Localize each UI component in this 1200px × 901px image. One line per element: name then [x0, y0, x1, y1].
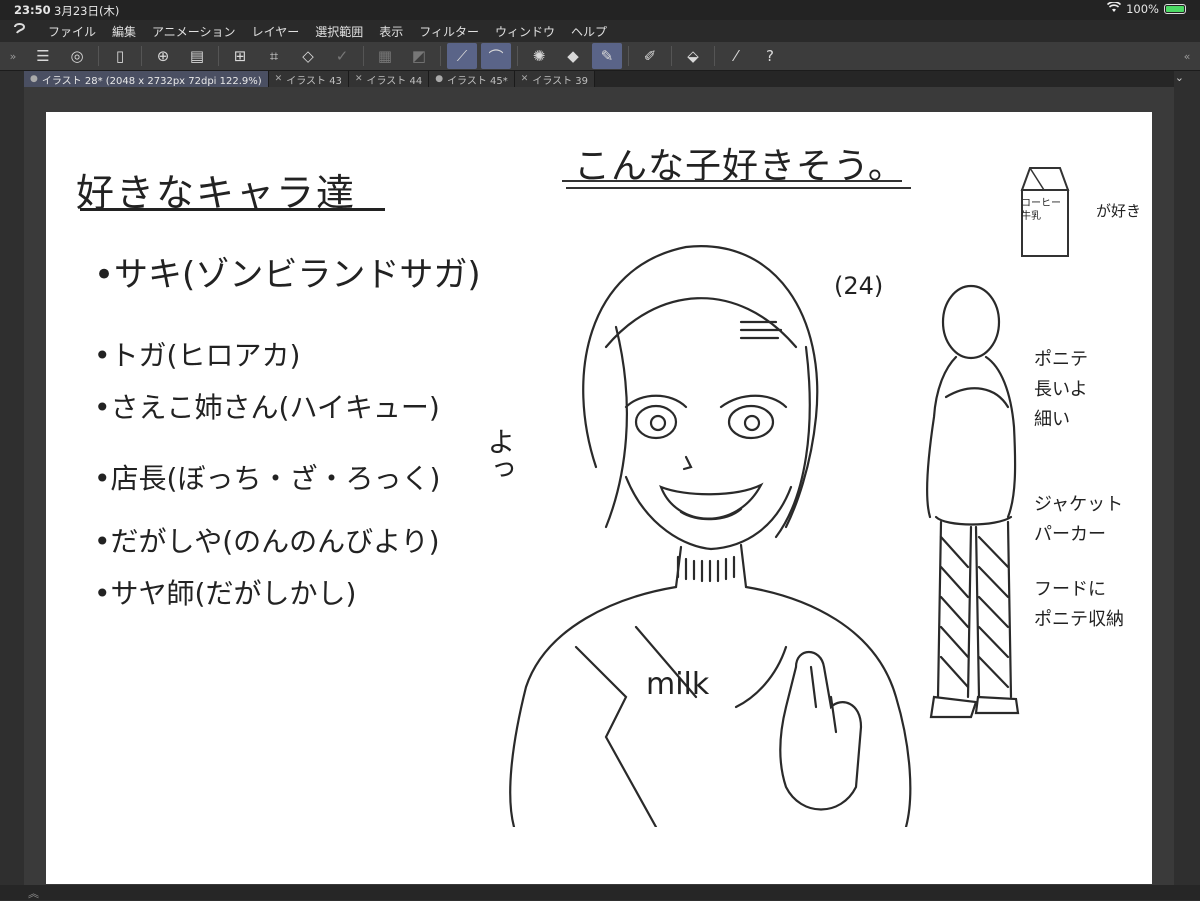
loading-icon[interactable]: ✺	[524, 43, 554, 69]
toolbar-divider	[141, 46, 142, 66]
chevron-down-icon[interactable]: ⌄	[1175, 71, 1184, 84]
open-folder-icon[interactable]: ▤	[182, 43, 212, 69]
pencil-icon[interactable]: ✐	[635, 43, 665, 69]
canvas-area[interactable]: 好きなキャラ達 •サキ(ゾンビランドサガ) •トガ(ヒロアカ) •さえこ姉さん(…	[24, 87, 1174, 885]
canvas-paper[interactable]: 好きなキャラ達 •サキ(ゾンビランドサガ) •トガ(ヒロアカ) •さえこ姉さん(…	[46, 112, 1152, 884]
likes-label: が好き	[1096, 202, 1142, 220]
menu-filter[interactable]: フィルター	[411, 23, 487, 40]
toolbar-divider	[714, 46, 715, 66]
note-long: 長いよ	[1034, 379, 1088, 400]
wifi-icon	[1107, 1, 1122, 16]
list-item: •サヤ師(だがしかし)	[94, 577, 357, 610]
list-item: •だがしや(のんのんびより)	[94, 525, 440, 558]
note-hood: フードに	[1034, 579, 1106, 600]
toolbar-divider	[218, 46, 219, 66]
expand-right-icon[interactable]: «	[1174, 50, 1200, 63]
tab-label: イラスト 44	[366, 75, 423, 87]
transform-icon[interactable]: ⊞	[225, 43, 255, 69]
note-thin: 細い	[1034, 409, 1070, 430]
modified-dot-icon: ●	[435, 74, 444, 84]
crop-icon[interactable]: ⌗	[259, 43, 289, 69]
toolbar-divider	[440, 46, 441, 66]
tab-label: イラスト 28* (2048 x 2732px 72dpi 122.9%)	[41, 75, 262, 87]
milk-carton-label: コーヒー牛乳	[1021, 198, 1061, 222]
tab-label: イラスト 43	[286, 75, 342, 87]
note-parka: パーカー	[1034, 524, 1106, 545]
girl-sketch-illustration	[509, 245, 912, 827]
expand-up-icon[interactable]: ︽	[28, 885, 39, 901]
status-bar: 23:50 3月23日(木) 100%	[0, 0, 1200, 20]
bottom-bar	[0, 885, 1200, 900]
toolbar-divider	[517, 46, 518, 66]
menu-view[interactable]: 表示	[371, 23, 411, 40]
command-bar: » ☰ ◎ ▯ ⊕ ▤ ⊞ ⌗ ◇ ✓ ▦ ◩ ⟋ ⌒ ✺ ◆ ✎ ✐ ⬙ ⁄ …	[0, 42, 1200, 71]
tab-illust-43[interactable]: ✕ イラスト 43	[268, 71, 349, 87]
note-ponytail-stored: ポニテ収納	[1034, 609, 1124, 630]
menu-layer[interactable]: レイヤー	[244, 23, 308, 40]
invert-selection-icon[interactable]: ◩	[404, 43, 434, 69]
list-item: •サキ(ゾンビランドサガ)	[94, 255, 481, 295]
eyedropper-icon[interactable]: ⁄	[721, 43, 751, 69]
select-all-icon[interactable]: ▦	[370, 43, 400, 69]
list-item: •さえこ姉さん(ハイキュー)	[94, 391, 440, 424]
menu-bar: ファイル 編集 アニメーション レイヤー 選択範囲 表示 フィルター ウィンドウ…	[0, 20, 1200, 42]
pen-icon[interactable]: ✎	[592, 43, 622, 69]
tab-label: イラスト 45*	[447, 75, 508, 87]
tab-illust-28[interactable]: ● イラスト 28* (2048 x 2732px 72dpi 122.9%)	[24, 71, 269, 87]
battery-percent: 100%	[1126, 2, 1159, 16]
menu-selection[interactable]: 選択範囲	[307, 23, 371, 40]
title-underline	[562, 180, 902, 182]
tab-illust-44[interactable]: ✕ イラスト 44	[348, 71, 430, 87]
device-icon[interactable]: ▯	[105, 43, 135, 69]
new-canvas-icon[interactable]: ⊕	[148, 43, 178, 69]
modified-dot-icon: ●	[30, 74, 38, 84]
toolbar-divider	[671, 46, 672, 66]
list-title-underline	[80, 208, 385, 211]
menu-edit[interactable]: 編集	[104, 23, 144, 40]
perspective-icon[interactable]: ◇	[293, 43, 323, 69]
shirt-text: milk	[646, 667, 710, 702]
tab-label: イラスト 39	[532, 75, 589, 87]
canvas-tab-bar: ● イラスト 28* (2048 x 2732px 72dpi 122.9%) …	[24, 71, 1184, 87]
close-icon[interactable]: ✕	[521, 74, 529, 84]
toolbar-divider	[98, 46, 99, 66]
tab-illust-45[interactable]: ● イラスト 45*	[429, 71, 515, 87]
status-date: 3月23日(木)	[54, 4, 120, 18]
battery-icon	[1164, 4, 1186, 14]
help-icon[interactable]: ?	[755, 43, 785, 69]
battery-fill	[1166, 6, 1184, 12]
fill-icon[interactable]: ⬙	[678, 43, 708, 69]
toolbar-divider	[628, 46, 629, 66]
tab-illust-39[interactable]: ✕ イラスト 39	[514, 71, 596, 87]
expand-left-icon[interactable]: »	[0, 50, 26, 63]
brush-icon[interactable]: ⌒	[481, 43, 511, 69]
clip-studio-icon[interactable]: ◎	[62, 43, 92, 69]
eraser-icon[interactable]: ◆	[558, 43, 588, 69]
note-jacket: ジャケット	[1034, 494, 1124, 515]
menu-window[interactable]: ウィンドウ	[487, 23, 563, 40]
menu-help[interactable]: ヘルプ	[563, 23, 615, 40]
toolbar-divider	[363, 46, 364, 66]
menu-file[interactable]: ファイル	[40, 23, 104, 40]
confirm-icon[interactable]: ✓	[327, 43, 357, 69]
title-underline	[566, 187, 911, 189]
list-item: •店長(ぼっち・ざ・ろっく)	[94, 462, 441, 495]
note-ponytail: ポニテ	[1034, 349, 1088, 370]
close-icon[interactable]: ✕	[275, 74, 283, 84]
ruler-icon[interactable]: ⟋	[447, 43, 477, 69]
back-view-figure-illustration	[925, 284, 1020, 719]
clip-studio-logo-icon[interactable]	[0, 22, 40, 40]
status-right: 100%	[1107, 1, 1186, 16]
list-item: •トガ(ヒロアカ)	[94, 339, 301, 372]
menu-icon[interactable]: ☰	[28, 43, 58, 69]
menu-animation[interactable]: アニメーション	[144, 23, 244, 40]
close-icon[interactable]: ✕	[355, 74, 363, 84]
status-time: 23:50	[14, 3, 51, 17]
